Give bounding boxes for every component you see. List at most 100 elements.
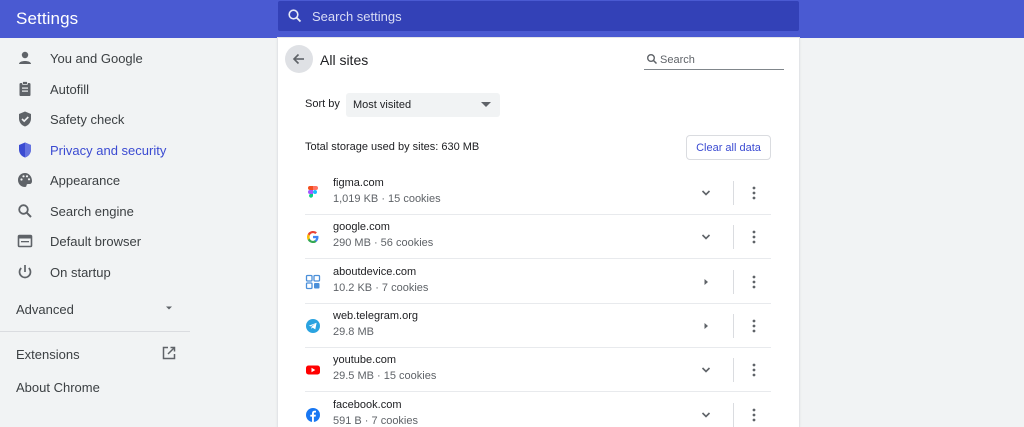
more-actions-button[interactable] xyxy=(742,181,766,205)
site-usage: 591 B · 7 cookies xyxy=(333,415,418,427)
chevron-down-icon xyxy=(166,306,172,310)
person-icon xyxy=(19,51,31,64)
facebook-icon xyxy=(306,408,320,422)
sidebar-item-label: On startup xyxy=(50,265,111,280)
google-icon xyxy=(307,231,319,243)
all-sites-card: All sites Sort by Most visited Total sto… xyxy=(278,38,799,427)
sidebar-item-search-engine[interactable]: Search engine xyxy=(0,196,190,226)
about-label: About Chrome xyxy=(16,380,100,395)
site-search[interactable] xyxy=(644,50,784,70)
more-actions-button[interactable] xyxy=(742,270,766,294)
clear-all-data-button[interactable]: Clear all data xyxy=(686,135,771,160)
youtube-icon xyxy=(306,365,320,375)
open-site-details-button[interactable] xyxy=(694,314,718,338)
clipboard-icon xyxy=(19,81,31,96)
expand-button[interactable] xyxy=(694,403,718,427)
sidebar-item-label: Default browser xyxy=(50,234,142,249)
sort-select[interactable]: Most visited xyxy=(346,93,500,117)
expand-button[interactable] xyxy=(694,181,718,205)
chevron-down-icon xyxy=(701,412,711,418)
aboutdevice-icon xyxy=(305,274,321,290)
sidebar-item-default-browser[interactable]: Default browser xyxy=(0,226,190,256)
more-vert-icon xyxy=(752,319,756,333)
chevron-down-icon xyxy=(701,234,711,240)
site-usage: 29.5 MB · 15 cookies xyxy=(333,370,437,382)
search-icon xyxy=(288,9,302,23)
sidebar-divider xyxy=(0,331,190,332)
site-origin: google.com xyxy=(333,221,390,233)
sidebar-item-extensions[interactable]: Extensions xyxy=(0,340,190,366)
sidebar-item-about-chrome[interactable]: About Chrome xyxy=(0,373,190,399)
site-usage: 29.8 MB xyxy=(333,326,374,338)
arrow-right-icon xyxy=(704,279,708,285)
row-separator xyxy=(733,225,734,249)
settings-search-input[interactable] xyxy=(312,6,782,26)
back-button[interactable] xyxy=(285,45,313,73)
dropdown-arrow-icon xyxy=(481,102,491,107)
shield-lock-icon xyxy=(19,142,31,158)
more-actions-button[interactable] xyxy=(742,225,766,249)
more-vert-icon xyxy=(752,230,756,244)
row-separator xyxy=(733,270,734,294)
row-separator xyxy=(733,358,734,382)
site-usage: 10.2 KB · 7 cookies xyxy=(333,282,429,294)
site-origin: youtube.com xyxy=(333,354,396,366)
expand-button[interactable] xyxy=(694,358,718,382)
extensions-label: Extensions xyxy=(16,347,80,362)
sidebar-item-safety-check[interactable]: Safety check xyxy=(0,104,190,134)
telegram-icon xyxy=(306,319,320,333)
sidebar-item-appearance[interactable]: Appearance xyxy=(0,165,190,195)
site-row-aboutdevice[interactable]: aboutdevice.com 10.2 KB · 7 cookies xyxy=(305,260,771,304)
sidebar-item-label: Safety check xyxy=(50,112,125,127)
settings-search[interactable] xyxy=(278,1,799,31)
sidebar: You and Google Autofill Safety check Pri… xyxy=(0,38,190,427)
chevron-down-icon xyxy=(701,190,711,196)
sidebar-item-you-and-google[interactable]: You and Google xyxy=(0,43,190,73)
advanced-label: Advanced xyxy=(16,302,74,317)
site-search-input[interactable] xyxy=(660,52,780,68)
more-actions-button[interactable] xyxy=(742,314,766,338)
arrow-back-icon xyxy=(292,53,304,65)
shield-check-icon xyxy=(19,111,31,127)
page-title: All sites xyxy=(320,52,369,68)
power-icon xyxy=(18,265,32,279)
total-storage-text: Total storage used by sites: 630 MB xyxy=(305,141,480,153)
more-vert-icon xyxy=(752,363,756,377)
more-vert-icon xyxy=(752,186,756,200)
more-actions-button[interactable] xyxy=(742,403,766,427)
site-origin: facebook.com xyxy=(333,399,402,411)
palette-icon xyxy=(18,173,32,187)
expand-button[interactable] xyxy=(694,225,718,249)
sort-select-value: Most visited xyxy=(353,99,412,111)
more-actions-button[interactable] xyxy=(742,358,766,382)
sidebar-item-label: Autofill xyxy=(50,82,90,97)
sort-label: Sort by xyxy=(305,98,340,110)
site-usage: 1,019 KB · 15 cookies xyxy=(333,193,441,205)
chevron-down-icon xyxy=(701,367,711,373)
sidebar-item-label: You and Google xyxy=(50,51,143,66)
sidebar-item-autofill[interactable]: Autofill xyxy=(0,74,190,104)
app-title: Settings xyxy=(16,9,79,28)
arrow-right-icon xyxy=(704,323,708,329)
open-in-new-icon xyxy=(162,346,176,360)
site-row-google[interactable]: google.com 290 MB · 56 cookies xyxy=(305,215,771,259)
site-row-youtube[interactable]: youtube.com 29.5 MB · 15 cookies xyxy=(305,348,771,392)
search-icon xyxy=(18,204,32,218)
site-row-telegram[interactable]: web.telegram.org 29.8 MB xyxy=(305,304,771,348)
sidebar-item-privacy-and-security[interactable]: Privacy and security xyxy=(0,135,190,165)
row-separator xyxy=(733,181,734,205)
more-vert-icon xyxy=(752,275,756,289)
figma-icon xyxy=(308,186,318,198)
site-row-facebook[interactable]: facebook.com 591 B · 7 cookies xyxy=(305,393,771,427)
search-icon xyxy=(647,54,658,65)
open-site-details-button[interactable] xyxy=(694,270,718,294)
more-vert-icon xyxy=(752,408,756,422)
sidebar-item-label: Privacy and security xyxy=(50,143,167,158)
sidebar-advanced-toggle[interactable]: Advanced xyxy=(0,294,190,322)
site-origin: figma.com xyxy=(333,177,384,189)
site-row-figma[interactable]: figma.com 1,019 KB · 15 cookies xyxy=(305,171,771,215)
sidebar-item-on-startup[interactable]: On startup xyxy=(0,257,190,287)
browser-window-icon xyxy=(17,234,33,248)
top-bar: Settings xyxy=(0,0,1024,38)
site-origin: aboutdevice.com xyxy=(333,266,417,278)
